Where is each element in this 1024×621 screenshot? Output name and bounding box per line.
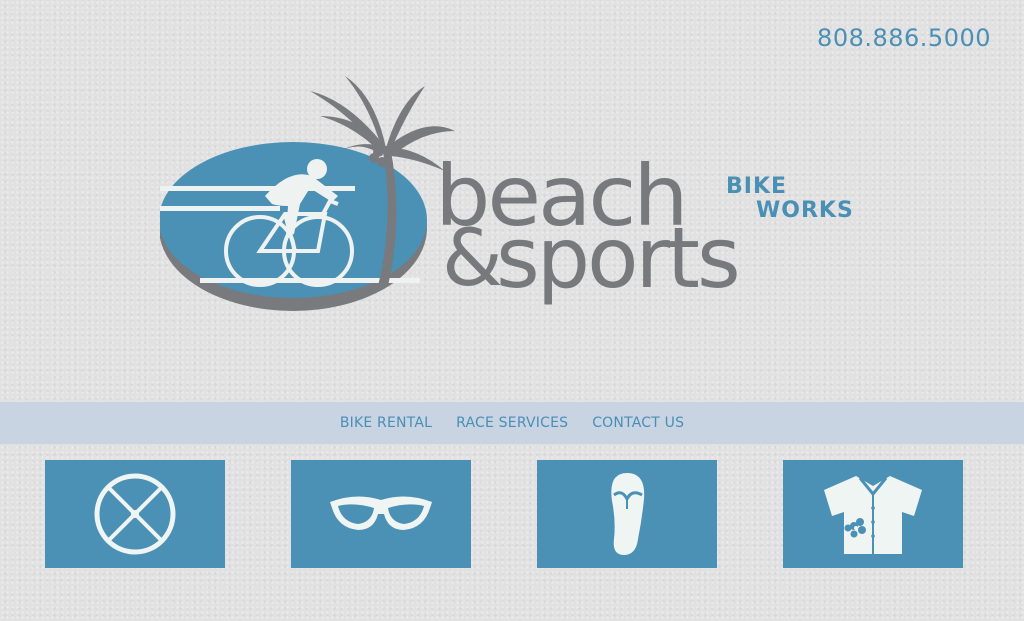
logo-word-sports: sports — [496, 209, 741, 307]
flip-flop-icon — [611, 473, 645, 555]
logo-word-bike: BIKE — [726, 174, 788, 199]
cyclist-palm-emblem — [160, 76, 455, 311]
nav-contact-us[interactable]: CONTACT US — [592, 415, 684, 431]
hawaiian-shirt-icon — [824, 476, 922, 554]
tile-bikes[interactable] — [45, 460, 225, 568]
nav-race-services[interactable]: RACE SERVICES — [456, 415, 568, 431]
tile-apparel[interactable] — [783, 460, 963, 568]
tile-sandals[interactable] — [537, 460, 717, 568]
logo-ampersand: & — [442, 214, 503, 304]
logo-bike-works: BIKE WORKS — [726, 176, 854, 222]
beach-sports-logo[interactable]: beach & sports BIKE WORKS — [160, 76, 880, 316]
phone-number[interactable]: 808.886.5000 — [817, 24, 991, 52]
bike-wheel-icon — [94, 473, 176, 555]
logo-word-works: WORKS — [756, 198, 854, 223]
tile-sunglasses[interactable] — [291, 460, 471, 568]
nav-bike-rental[interactable]: BIKE RENTAL — [340, 415, 432, 431]
category-tiles — [45, 460, 963, 568]
main-nav: BIKE RENTAL RACE SERVICES CONTACT US — [0, 402, 1024, 444]
sunglasses-icon — [330, 496, 432, 530]
